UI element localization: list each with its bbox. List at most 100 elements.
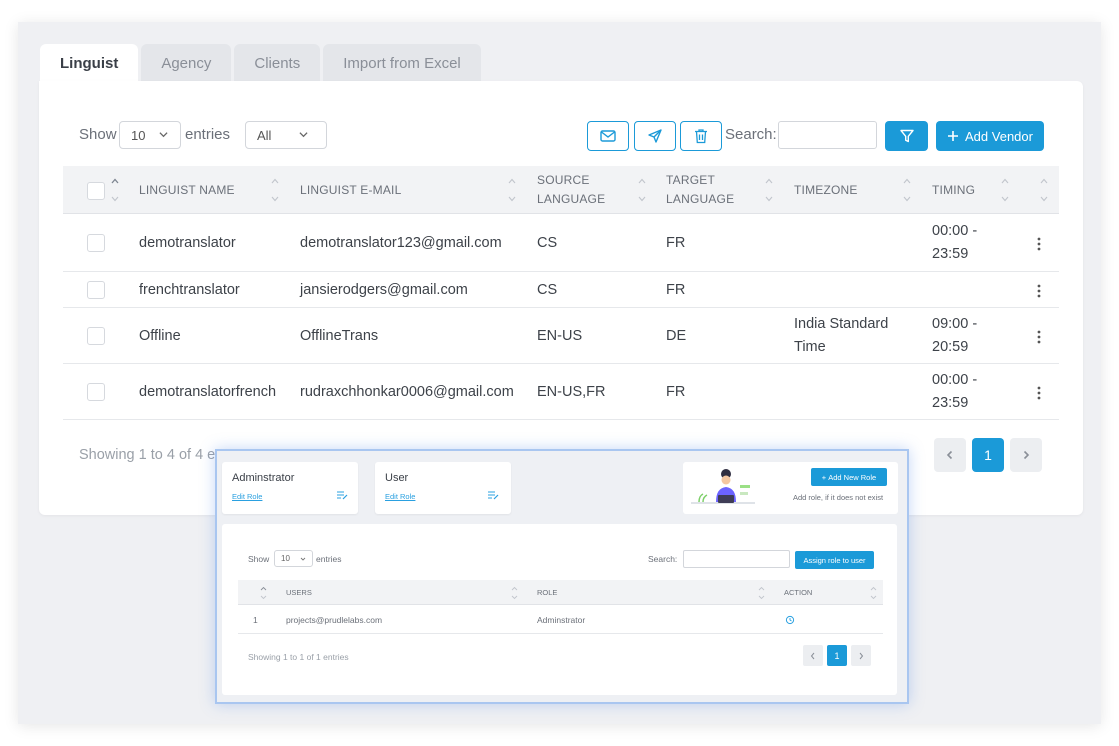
linguist-name-cell: frenchtranslator xyxy=(139,282,240,298)
sort-icon[interactable] xyxy=(902,175,912,205)
timing-line: 00:00 - xyxy=(932,223,978,239)
timing-line: 23:59 xyxy=(932,395,969,411)
sort-icon[interactable] xyxy=(1039,175,1049,205)
edit-list-icon[interactable] xyxy=(487,490,499,500)
row-index: 1 xyxy=(253,615,258,625)
entries-select-value: 10 xyxy=(131,127,146,143)
edit-role-link[interactable]: Edit Role xyxy=(385,492,415,501)
sort-icon[interactable] xyxy=(758,585,765,601)
sort-icon[interactable] xyxy=(870,585,877,601)
more-options-icon[interactable] xyxy=(1036,385,1042,401)
more-options-icon[interactable] xyxy=(1036,236,1042,252)
target-language-cell: FR xyxy=(666,384,686,400)
linguist-email-cell: jansierodgers@gmail.com xyxy=(300,282,468,298)
assign-role-button[interactable]: Assign role to user xyxy=(795,551,874,569)
page-button-1[interactable]: 1 xyxy=(972,438,1004,472)
filter-button[interactable] xyxy=(885,121,928,151)
timing-cell: 00:00 - 23:59 xyxy=(932,220,977,266)
previous-page-button[interactable] xyxy=(934,438,966,472)
more-options-icon[interactable] xyxy=(1036,283,1042,299)
timing-line: 09:00 - xyxy=(932,316,978,332)
row-checkbox[interactable] xyxy=(87,281,105,299)
table-row: Offline OfflineTrans EN-US DE India Stan… xyxy=(63,308,1059,364)
select-all-checkbox[interactable] xyxy=(87,182,105,200)
table-row: demotranslatorfrench rudraxchhonkar0006@… xyxy=(63,364,1059,420)
tab-linguist[interactable]: Linguist xyxy=(40,44,139,82)
role-cell: Adminstrator xyxy=(537,615,586,625)
chevron-right-icon xyxy=(859,652,864,659)
role-name: User xyxy=(385,472,409,484)
sort-icon[interactable] xyxy=(260,585,267,601)
timing-cell: 09:00 - 20:59 xyxy=(932,313,977,359)
sort-icon[interactable] xyxy=(507,175,517,205)
source-language-cell: EN-US,FR xyxy=(537,384,606,400)
sort-icon[interactable] xyxy=(110,175,120,205)
history-icon[interactable] xyxy=(785,615,795,625)
timezone-cell: India Standard Time xyxy=(794,313,888,359)
column-header-source-language[interactable]: SOURCE LANGUAGE xyxy=(537,166,605,214)
column-header-label: TARGET xyxy=(666,173,715,187)
page-button-1[interactable]: 1 xyxy=(827,645,847,666)
send-button[interactable] xyxy=(634,121,676,151)
column-header-users[interactable]: USERS xyxy=(286,588,312,597)
sort-icon[interactable] xyxy=(637,175,647,205)
tab-clients[interactable]: Clients xyxy=(234,44,321,82)
entries-select[interactable]: 10 xyxy=(119,121,181,149)
next-page-button[interactable] xyxy=(1010,438,1042,472)
search-label: Search: xyxy=(648,554,678,564)
previous-page-button[interactable] xyxy=(803,645,823,666)
chevron-down-icon xyxy=(299,132,308,138)
filter-select[interactable]: All xyxy=(245,121,327,149)
role-name: Adminstrator xyxy=(232,472,295,484)
show-label: Show xyxy=(248,554,270,564)
user-roles-panel: Show 10 entries Search: Assign role to u… xyxy=(222,524,897,695)
sort-icon[interactable] xyxy=(270,175,280,205)
row-checkbox[interactable] xyxy=(87,234,105,252)
column-header-label: LANGUAGE xyxy=(666,192,735,206)
mail-icon xyxy=(600,130,616,142)
email-button[interactable] xyxy=(587,121,629,151)
send-icon xyxy=(648,129,662,143)
tab-agency[interactable]: Agency xyxy=(141,44,232,82)
timing-line: 00:00 - xyxy=(932,372,978,388)
table-row: frenchtranslator jansierodgers@gmail.com… xyxy=(63,272,1059,308)
column-header-label: TIMEZONE xyxy=(794,182,858,197)
search-input[interactable] xyxy=(683,550,790,568)
sort-icon[interactable] xyxy=(511,585,518,601)
add-new-role-label: Add New Role xyxy=(828,472,877,482)
more-options-icon[interactable] xyxy=(1036,329,1042,345)
linguist-name-cell: Offline xyxy=(139,328,181,344)
column-header-action[interactable]: ACTION xyxy=(784,588,812,597)
entries-select[interactable]: 10 xyxy=(274,550,313,567)
column-header-role[interactable]: ROLE xyxy=(537,588,557,597)
edit-list-icon[interactable] xyxy=(336,490,348,500)
tab-bar: Linguist Agency Clients Import from Exce… xyxy=(40,44,481,82)
column-header-timing[interactable]: TIMING xyxy=(932,166,975,214)
search-input[interactable] xyxy=(778,121,877,149)
row-checkbox[interactable] xyxy=(87,327,105,345)
add-new-role-button[interactable]: + Add New Role xyxy=(811,468,887,486)
edit-role-link[interactable]: Edit Role xyxy=(232,492,262,501)
timezone-line: Time xyxy=(794,339,826,355)
row-checkbox[interactable] xyxy=(87,383,105,401)
source-language-cell: CS xyxy=(537,235,558,251)
column-header-linguist-name[interactable]: LINGUIST NAME xyxy=(139,166,235,214)
plus-icon xyxy=(948,131,959,141)
sort-icon[interactable] xyxy=(1000,175,1010,205)
delete-button[interactable] xyxy=(680,121,722,151)
show-label: Show xyxy=(79,126,117,143)
chevron-left-icon xyxy=(810,652,815,659)
timing-line: 20:59 xyxy=(932,339,969,355)
source-language-cell: EN-US xyxy=(537,328,583,344)
linguist-name-cell: demotranslator xyxy=(139,235,236,251)
column-header-target-language[interactable]: TARGET LANGUAGE xyxy=(666,166,734,214)
column-header-timezone[interactable]: TIMEZONE xyxy=(794,166,858,214)
add-vendor-button[interactable]: Add Vendor xyxy=(936,121,1044,151)
next-page-button[interactable] xyxy=(851,645,871,666)
target-language-cell: DE xyxy=(666,328,687,344)
column-header-label: LINGUIST E-MAIL xyxy=(300,182,402,197)
sort-icon[interactable] xyxy=(764,175,774,205)
column-header-linguist-email[interactable]: LINGUIST E-MAIL xyxy=(300,166,401,214)
tab-import-from-excel[interactable]: Import from Excel xyxy=(323,44,481,82)
filter-select-value: All xyxy=(257,127,272,143)
